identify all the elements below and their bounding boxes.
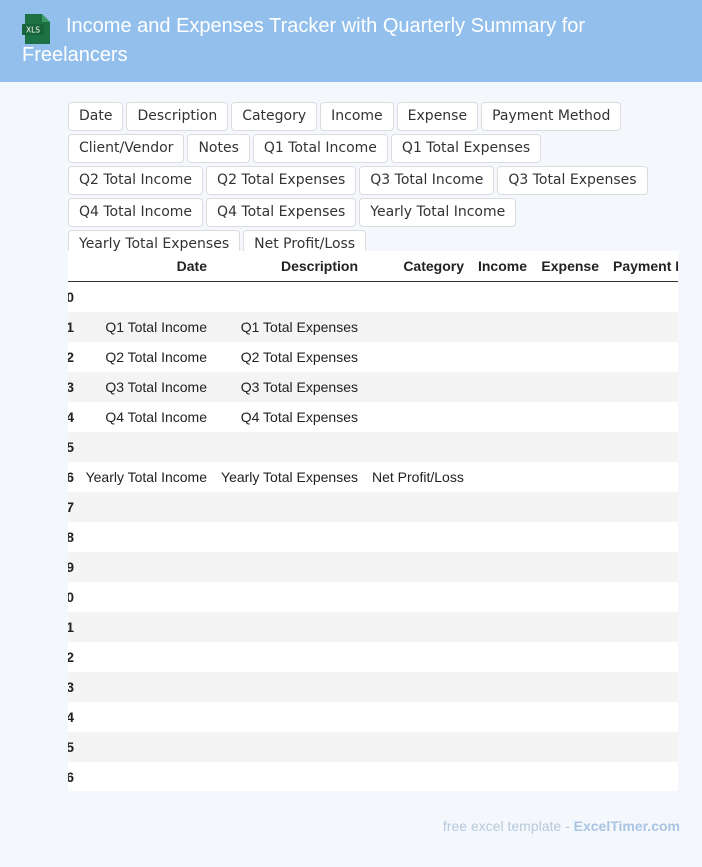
header-income: Income [477, 258, 527, 274]
row-number: 2 [68, 349, 74, 365]
field-tag: Expense [396, 102, 479, 131]
row-number: 6 [68, 469, 74, 485]
field-tag: Income [320, 102, 394, 131]
field-tag: Category [231, 102, 318, 131]
row-number: 1 [68, 319, 74, 335]
row-number: 7 [68, 499, 74, 515]
row-number: 3 [68, 679, 74, 695]
spreadsheet-preview: Date Description Category Income Expense… [68, 251, 678, 791]
table-row: 0 [68, 582, 678, 612]
table-cell: Q3 Total Expenses [240, 379, 358, 395]
table-row: 0 [68, 282, 678, 312]
row-number: 8 [68, 529, 74, 545]
table-cell: Q1 Total Expenses [240, 319, 358, 335]
field-tag: Notes [187, 134, 250, 163]
page-title: Income and Expenses Tracker with Quarter… [22, 15, 586, 66]
field-tag-list: Date Description Category Income Expense Paym… [68, 102, 678, 259]
table-row: 3 [68, 672, 678, 702]
footer-prefix: free excel template - [442, 818, 574, 834]
table-row: 5 [68, 432, 678, 462]
field-tag: Q4 Total Income [68, 198, 204, 227]
table-row: 1 Q1 Total Income Q1 Total Expenses [68, 312, 678, 342]
page-header: XLS Income and Expenses Tracker with Qua… [0, 0, 702, 82]
row-number: 5 [68, 439, 74, 455]
field-tag: Q3 Total Income [359, 166, 495, 195]
table-row: 4 Q4 Total Income Q4 Total Expenses [68, 402, 678, 432]
header-expense: Expense [541, 258, 599, 274]
table-row: 2 Q2 Total Income Q2 Total Expenses [68, 342, 678, 372]
row-number: 5 [68, 739, 74, 755]
header-date: Date [176, 258, 207, 274]
header-description: Description [280, 258, 358, 274]
table-row: 8 [68, 522, 678, 552]
table-row: 6 Yearly Total Income Yearly Total Expense… [68, 462, 678, 492]
footer: free excel template - ExcelTimer.com [443, 818, 680, 834]
sheet-header-row: Date Description Category Income Expense… [68, 251, 678, 282]
field-tag: Yearly Total Income [359, 198, 517, 227]
field-tag: Q3 Total Expenses [497, 166, 648, 195]
table-row: 2 [68, 642, 678, 672]
row-number: 0 [68, 289, 74, 305]
table-cell: Net Profit/Loss [372, 469, 464, 485]
table-row: 1 [68, 612, 678, 642]
table-row: 4 [68, 702, 678, 732]
footer-brand-link[interactable]: ExcelTimer.com [574, 818, 680, 834]
field-tag: Q1 Total Expenses [390, 134, 542, 163]
field-tag: Q4 Total Expenses [206, 198, 357, 227]
header-payment-method: Payment M [613, 258, 678, 274]
row-number: 2 [68, 649, 74, 665]
field-tag: Q2 Total Income [68, 166, 204, 195]
header-category: Category [403, 258, 464, 274]
table-cell: Q4 Total Expenses [240, 409, 358, 425]
table-cell: Q1 Total Income [105, 319, 207, 335]
table-row: 7 [68, 492, 678, 522]
table-row: 3 Q3 Total Income Q3 Total Expenses [68, 372, 678, 402]
field-tag: Date [68, 102, 124, 131]
row-number: 3 [68, 379, 74, 395]
table-row: 9 [68, 552, 678, 582]
row-number: 6 [68, 769, 74, 785]
table-row: 6 [68, 762, 678, 791]
table-cell: Q3 Total Income [105, 379, 207, 395]
row-number: 1 [68, 619, 74, 635]
table-cell: Q2 Total Income [105, 349, 207, 365]
field-tag: Q2 Total Expenses [206, 166, 357, 195]
table-cell: Q2 Total Expenses [240, 349, 358, 365]
row-number: 4 [68, 409, 74, 425]
field-tag: Q1 Total Income [252, 134, 388, 163]
row-number: 0 [68, 589, 74, 605]
table-cell: Yearly Total Expenses [221, 469, 358, 485]
field-tag: Client/Vendor [68, 134, 185, 163]
table-cell: Q4 Total Income [105, 409, 207, 425]
table-cell: Yearly Total Income [85, 469, 207, 485]
table-row: 5 [68, 732, 678, 762]
field-tag: Description [126, 102, 229, 131]
row-number: 9 [68, 559, 74, 575]
row-number: 4 [68, 709, 74, 725]
field-tag: Payment Method [481, 102, 622, 131]
